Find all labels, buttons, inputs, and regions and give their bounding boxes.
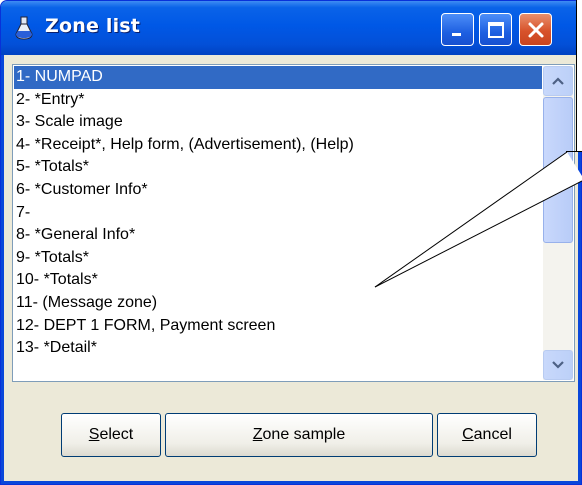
list-item[interactable]: 7- xyxy=(14,202,542,225)
zone-sample-button[interactable]: Zone sample xyxy=(165,413,433,457)
select-mnemonic: S xyxy=(88,426,100,443)
zone-sample-label-rest: one sample xyxy=(262,426,346,443)
scroll-thumb[interactable] xyxy=(543,97,573,243)
close-button[interactable] xyxy=(519,13,552,46)
vertical-scrollbar[interactable] xyxy=(543,66,573,380)
list-item[interactable]: 11- (Message zone) xyxy=(14,292,542,315)
list-item[interactable]: 13- *Detail* xyxy=(14,337,542,360)
list-item[interactable]: 10- *Totals* xyxy=(14,269,542,292)
list-item[interactable]: 4- *Receipt*, Help form, (Advertisement)… xyxy=(14,134,542,157)
list-item[interactable]: 5- *Totals* xyxy=(14,156,542,179)
zone-list-items: 1- NUMPAD 2- *Entry* 3- Scale image 4- *Rec… xyxy=(14,66,542,360)
maximize-button[interactable] xyxy=(479,13,512,46)
flask-icon xyxy=(15,16,33,40)
cancel-mnemonic: C xyxy=(462,426,474,443)
callout-box xyxy=(576,0,582,152)
list-item[interactable]: 3- Scale image xyxy=(14,111,542,134)
select-label-rest: elect xyxy=(99,426,134,443)
chevron-down-icon xyxy=(552,361,564,369)
list-item[interactable]: 2- *Entry* xyxy=(14,89,542,112)
select-button[interactable]: Select xyxy=(61,413,161,457)
list-item[interactable]: 9- *Totals* xyxy=(14,247,542,270)
scroll-down-button[interactable] xyxy=(543,350,573,380)
list-item[interactable]: 1- NUMPAD xyxy=(14,66,542,89)
client-area: 1- NUMPAD 2- *Entry* 3- Scale image 4- *Rec… xyxy=(5,55,577,481)
close-icon xyxy=(528,22,543,37)
cancel-button[interactable]: Cancel xyxy=(437,413,537,457)
minimize-icon xyxy=(451,32,461,36)
scroll-grip-icon xyxy=(553,162,564,176)
scroll-up-button[interactable] xyxy=(543,66,573,96)
list-item[interactable]: 6- *Customer Info* xyxy=(14,179,542,202)
zone-listbox[interactable]: 1- NUMPAD 2- *Entry* 3- Scale image 4- *Rec… xyxy=(12,64,575,382)
minimize-button[interactable] xyxy=(441,13,474,46)
window-title: Zone list xyxy=(45,15,141,37)
list-item[interactable]: 8- *General Info* xyxy=(14,224,542,247)
zone-list-window: Zone list 1- NUMPAD 2- *Entry* 3- Scale im… xyxy=(0,0,582,485)
zone-sample-mnemonic: Z xyxy=(252,426,263,443)
maximize-icon xyxy=(487,21,504,38)
title-bar[interactable]: Zone list xyxy=(1,1,581,55)
cancel-label-rest: ancel xyxy=(473,426,512,443)
list-item[interactable]: 12- DEPT 1 FORM, Payment screen xyxy=(14,315,542,338)
chevron-up-icon xyxy=(552,77,564,85)
